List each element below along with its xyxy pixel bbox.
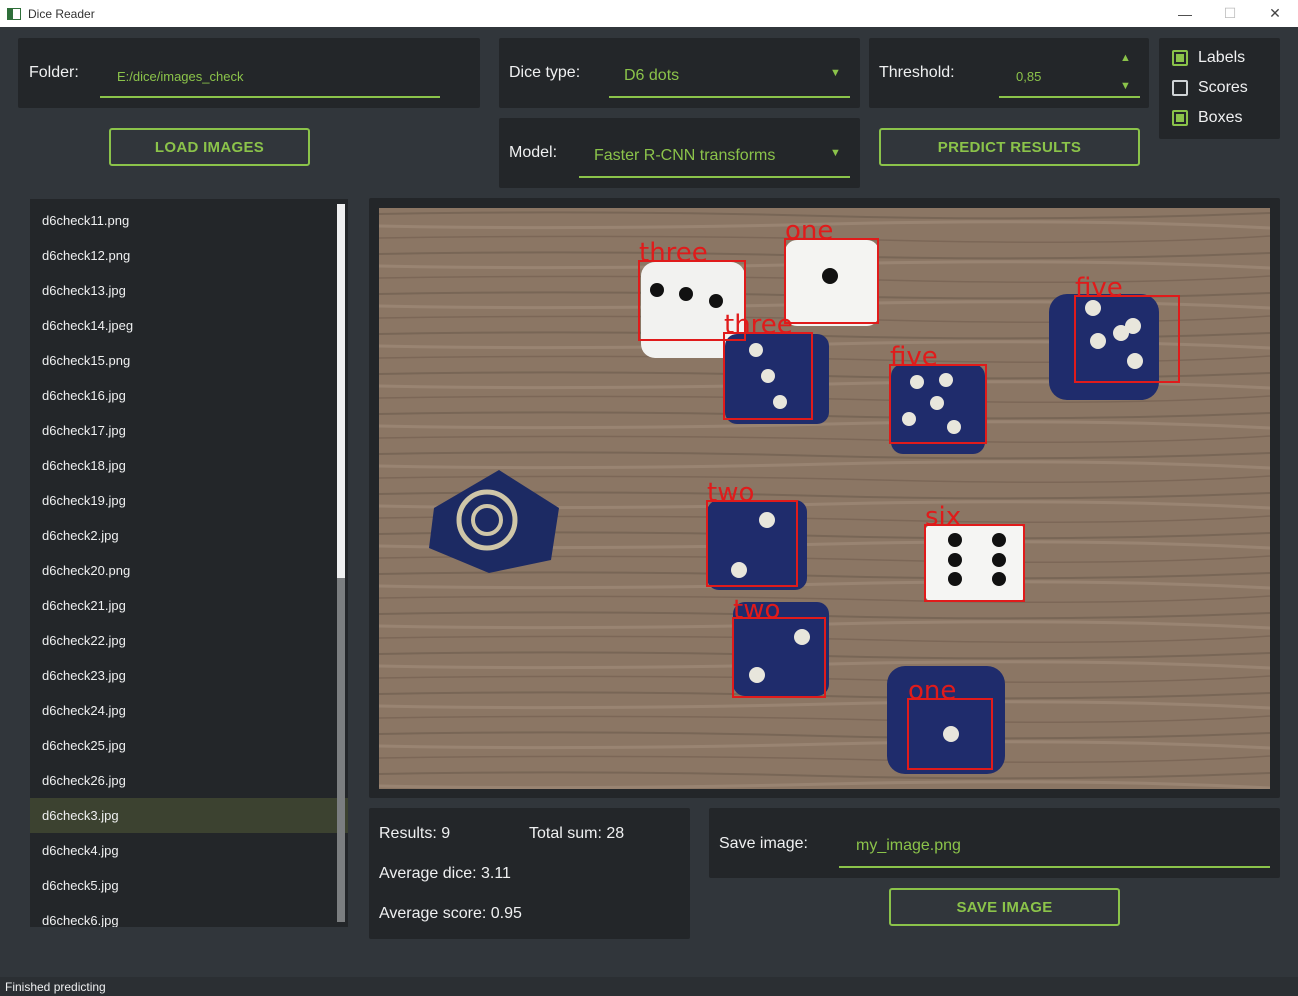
average-score: Average score: 0.95 [379, 905, 522, 922]
detection-label: two [707, 478, 754, 508]
maximize-button[interactable]: ☐ [1207, 0, 1253, 27]
detection-label: one [785, 216, 833, 246]
list-item[interactable]: d6check19.jpg [30, 483, 348, 518]
model-select[interactable]: Faster R-CNN transforms [579, 136, 850, 178]
list-item[interactable]: d6check4.jpg [30, 833, 348, 868]
results-count: Results: 9 [379, 825, 451, 842]
list-item[interactable]: d6check6.jpg [30, 903, 348, 927]
list-item[interactable]: d6check15.png [30, 343, 348, 378]
labels-check-icon[interactable] [1172, 50, 1188, 66]
title-bar: Dice Reader — ☐ ✕ [0, 0, 1298, 27]
detection-label: three [639, 238, 708, 268]
results-panel: Results: 9 Total sum: 28 Average dice: 3… [369, 808, 690, 939]
list-item[interactable]: d6check14.jpeg [30, 308, 348, 343]
list-item[interactable]: d6check12.png [30, 238, 348, 273]
threshold-label: Threshold: [879, 64, 955, 81]
boxes-check-icon[interactable] [1172, 110, 1188, 126]
dice-type-label: Dice type: [509, 64, 581, 81]
list-item[interactable]: d6check24.jpg [30, 693, 348, 728]
list-item[interactable]: d6check5.jpg [30, 868, 348, 903]
boxes-checkbox[interactable]: Boxes [1172, 109, 1242, 127]
status-bar: Finished predicting [0, 977, 1298, 996]
scores-checkbox[interactable]: Scores [1172, 79, 1248, 97]
list-item[interactable]: d6check20.png [30, 553, 348, 588]
threshold-down-icon[interactable]: ▼ [1120, 80, 1131, 92]
list-item[interactable]: d6check26.jpg [30, 763, 348, 798]
detection-label: three [724, 310, 793, 340]
list-item[interactable]: d6check22.jpg [30, 623, 348, 658]
model-panel: Model: Faster R-CNN transforms ▼ [499, 118, 860, 188]
list-item[interactable]: d6check16.jpg [30, 378, 348, 413]
save-image-label: Save image: [719, 835, 808, 852]
detection-label: one [908, 676, 956, 706]
detection-label: six [925, 502, 961, 532]
threshold-spinbox[interactable]: 0,85 [999, 56, 1140, 98]
labels-checkbox[interactable]: Labels [1172, 49, 1245, 67]
detection-label: two [733, 595, 780, 625]
app-icon [7, 7, 21, 20]
window-title: Dice Reader [28, 6, 95, 21]
predict-results-button[interactable]: PREDICT RESULTS [879, 128, 1140, 166]
file-list-scroll-thumb[interactable] [337, 204, 345, 578]
model-label: Model: [509, 144, 558, 161]
list-item[interactable]: d6check21.jpg [30, 588, 348, 623]
dice-type-dropdown-icon[interactable]: ▼ [830, 67, 841, 79]
save-image-panel: Save image: my_image.png [709, 808, 1280, 878]
average-dice: Average dice: 3.11 [379, 865, 511, 882]
save-image-input[interactable]: my_image.png [839, 826, 1270, 868]
list-item[interactable]: d6check23.jpg [30, 658, 348, 693]
list-item[interactable]: d6check2.jpg [30, 518, 348, 553]
threshold-up-icon[interactable]: ▲ [1120, 52, 1131, 64]
load-images-button[interactable]: LOAD IMAGES [109, 128, 310, 166]
total-sum: Total sum: 28 [529, 825, 625, 842]
detection-label: five [890, 342, 938, 372]
dice-type-select[interactable]: D6 dots [609, 56, 850, 98]
folder-panel: Folder: E:/dice/images_check [18, 38, 480, 108]
prediction-image: three one three five five two six two on… [379, 208, 1270, 789]
close-button[interactable]: ✕ [1252, 0, 1298, 27]
minimize-button[interactable]: — [1162, 0, 1208, 27]
threshold-panel: Threshold: 0,85 ▲ ▼ [869, 38, 1149, 108]
scores-check-icon[interactable] [1172, 80, 1188, 96]
model-dropdown-icon[interactable]: ▼ [830, 147, 841, 159]
display-options-panel: Labels Scores Boxes [1159, 38, 1280, 139]
file-list[interactable]: d6check11.png d6check12.png d6check13.jp… [30, 199, 348, 927]
folder-input[interactable]: E:/dice/images_check [100, 56, 440, 98]
list-item[interactable]: d6check18.jpg [30, 448, 348, 483]
list-item-selected[interactable]: d6check3.jpg [30, 798, 348, 833]
dice-type-panel: Dice type: D6 dots ▼ [499, 38, 860, 108]
list-item[interactable]: d6check17.jpg [30, 413, 348, 448]
folder-label: Folder: [29, 64, 79, 81]
list-item[interactable]: d6check25.jpg [30, 728, 348, 763]
detection-label: five [1075, 273, 1123, 303]
list-item[interactable]: d6check13.jpg [30, 273, 348, 308]
save-image-button[interactable]: SAVE IMAGE [889, 888, 1120, 926]
list-item[interactable]: d6check11.png [30, 203, 348, 238]
